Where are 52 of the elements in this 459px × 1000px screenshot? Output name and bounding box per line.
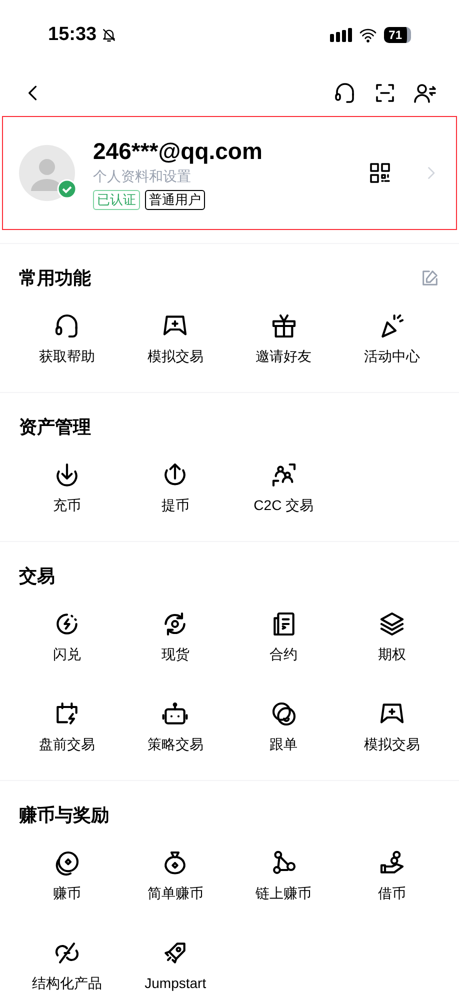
status-time: 15:33 bbox=[48, 22, 97, 47]
shortcut-item[interactable]: Jumpstart bbox=[121, 939, 230, 993]
muted-bell-icon bbox=[100, 27, 117, 43]
shortcut-item[interactable]: 简单赚币 bbox=[121, 849, 230, 903]
section-title: 赚币与奖励 bbox=[19, 804, 109, 826]
shortcut-item[interactable]: 合约 bbox=[230, 610, 338, 664]
qr-code-icon bbox=[368, 161, 392, 185]
shortcut-item[interactable]: 现货 bbox=[121, 610, 230, 664]
profile-card[interactable]: 246***@qq.com 个人资料和设置 已认证 普通用户 bbox=[2, 116, 457, 230]
shortcut-item[interactable]: 获取帮助 bbox=[13, 312, 122, 366]
shortcut-item[interactable]: 模拟交易 bbox=[121, 312, 230, 366]
layers-icon bbox=[378, 610, 406, 638]
shortcut-item[interactable]: 链上赚币 bbox=[230, 849, 338, 903]
profile-subtitle: 个人资料和设置 bbox=[93, 167, 192, 186]
battery-indicator: 71 bbox=[384, 27, 411, 43]
shortcut-item[interactable]: 借币 bbox=[338, 849, 446, 903]
shortcut-item[interactable]: 盘前交易 bbox=[13, 700, 122, 754]
shortcut-item[interactable]: C2C 交易 bbox=[230, 461, 338, 515]
shortcut-item[interactable]: 模拟交易 bbox=[338, 700, 446, 754]
qr-code-button[interactable] bbox=[368, 161, 392, 185]
gift-icon bbox=[270, 312, 298, 340]
support-button[interactable] bbox=[333, 81, 357, 105]
edit-icon bbox=[420, 268, 440, 288]
section-title: 交易 bbox=[19, 564, 55, 588]
account-email: 246***@qq.com bbox=[93, 137, 264, 166]
shortcut-item[interactable]: 结构化产品 bbox=[13, 939, 122, 993]
edit-button[interactable] bbox=[420, 268, 440, 288]
shortcut-item[interactable]: 活动中心 bbox=[338, 312, 446, 366]
user-level-badge: 普通用户 bbox=[145, 190, 205, 210]
shortcut-item[interactable]: 策略交易 bbox=[121, 700, 230, 754]
avatar bbox=[19, 145, 75, 201]
verified-badge: 已认证 bbox=[93, 190, 140, 210]
scan-button[interactable] bbox=[373, 81, 397, 105]
scan-icon bbox=[373, 81, 397, 105]
shortcut-item[interactable]: 跟单 bbox=[230, 700, 338, 754]
user-switch-icon bbox=[413, 81, 437, 105]
people-swap-icon bbox=[270, 461, 298, 489]
headset-icon bbox=[333, 81, 357, 105]
shortcut-item[interactable]: 提币 bbox=[121, 461, 230, 515]
overlapping-circles-icon bbox=[270, 700, 298, 728]
shortcut-item[interactable]: 邀请好友 bbox=[230, 312, 338, 366]
shortcut-item[interactable]: 闪兑 bbox=[13, 610, 122, 664]
wifi-icon bbox=[358, 26, 378, 44]
shortcut-item[interactable]: 充币 bbox=[13, 461, 122, 515]
switch-account-button[interactable] bbox=[413, 81, 437, 105]
section-title: 资产管理 bbox=[19, 416, 91, 438]
signal-icon bbox=[330, 28, 352, 42]
section-title: 常用功能 bbox=[19, 266, 91, 290]
shortcut-item[interactable]: 期权 bbox=[338, 610, 446, 664]
shortcut-item[interactable]: 赚币 bbox=[13, 849, 122, 903]
verified-check-icon bbox=[57, 179, 77, 199]
coin-icon bbox=[53, 849, 82, 877]
